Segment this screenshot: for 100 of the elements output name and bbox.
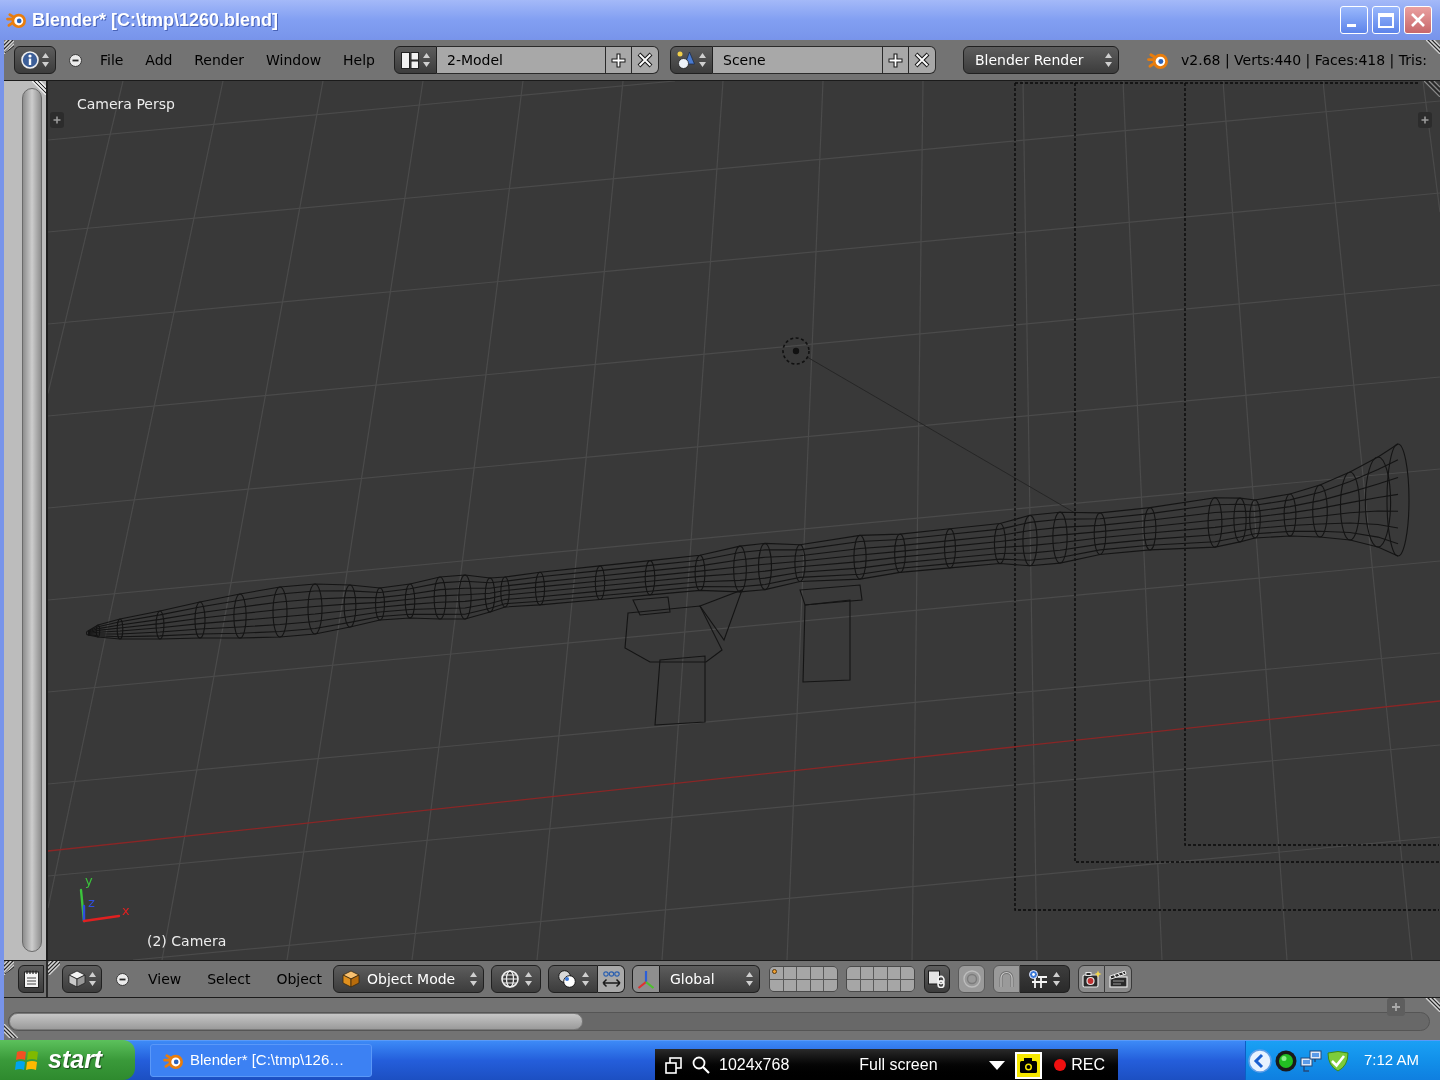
menu-item[interactable]: Render xyxy=(184,49,255,71)
minus-circle-icon[interactable] xyxy=(69,53,82,67)
search-icon[interactable] xyxy=(692,1056,710,1074)
minimize-button[interactable] xyxy=(1340,6,1368,34)
dropdown-arrow-icon[interactable] xyxy=(989,1060,1006,1070)
render-animation-button[interactable] xyxy=(1105,965,1132,993)
3d-viewport[interactable]: Camera Persp (2) Camera y z x xyxy=(48,81,1440,960)
layout-panels-icon xyxy=(401,51,419,69)
plus-icon[interactable] xyxy=(50,112,64,128)
maximize-button[interactable] xyxy=(1372,6,1400,34)
layer-toggle[interactable] xyxy=(810,979,824,991)
menu-item[interactable]: File xyxy=(90,49,134,71)
menu-item[interactable]: Object xyxy=(265,968,333,990)
active-object-label: (2) Camera xyxy=(147,932,227,951)
layer-toggle[interactable] xyxy=(783,979,797,991)
grid-snap-icon xyxy=(1029,970,1047,988)
editor-type-button[interactable] xyxy=(62,965,102,993)
start-button[interactable]: start xyxy=(0,1040,135,1080)
layer-toggle[interactable] xyxy=(887,979,901,991)
plus-icon xyxy=(610,51,627,69)
plus-icon[interactable] xyxy=(1418,112,1432,128)
menu-item[interactable]: Window xyxy=(255,49,332,71)
close-button[interactable] xyxy=(1404,6,1432,34)
layer-toggle[interactable] xyxy=(860,979,874,991)
window-title: Blender* [C:\tmp\1260.blend] xyxy=(32,8,279,32)
menu-item[interactable]: View xyxy=(137,968,193,990)
menu-item[interactable]: Help xyxy=(333,49,385,71)
editor-type-button[interactable] xyxy=(14,46,56,74)
cube-icon xyxy=(342,970,360,988)
mode-dropdown[interactable]: Object Mode xyxy=(333,965,484,993)
layer-toggle[interactable] xyxy=(824,967,837,979)
menu-item[interactable]: Select xyxy=(196,968,262,990)
render-still-button[interactable] xyxy=(1078,965,1105,993)
add-scene-button[interactable] xyxy=(882,46,909,74)
manipulator-toggle[interactable] xyxy=(598,965,625,993)
editor-type-button[interactable] xyxy=(18,965,44,993)
cube-icon xyxy=(68,970,86,988)
shading-dropdown[interactable] xyxy=(491,965,541,993)
magnet-icon xyxy=(998,970,1015,988)
view-name-label: Camera Persp xyxy=(77,95,175,114)
status-dot-icon[interactable] xyxy=(1275,1049,1297,1072)
plus-icon[interactable] xyxy=(1387,998,1405,1016)
layer-toggle[interactable] xyxy=(874,979,887,991)
delete-scene-button[interactable] xyxy=(909,46,936,74)
network-icon[interactable] xyxy=(1300,1049,1322,1072)
layer-link-icon xyxy=(928,970,946,988)
layer-toggle[interactable] xyxy=(770,967,783,979)
proportional-edit-button[interactable] xyxy=(958,965,985,993)
hatch-corner-icon[interactable] xyxy=(32,81,46,95)
menu-item[interactable]: Add xyxy=(135,49,183,71)
wire-sphere-icon xyxy=(500,970,519,988)
layer-toggle[interactable] xyxy=(824,979,837,991)
taskbar-task[interactable]: Blender* [C:\tmp\126… xyxy=(150,1044,372,1077)
minus-circle-icon[interactable] xyxy=(116,972,129,986)
shield-check-icon[interactable] xyxy=(1326,1049,1350,1072)
vertical-scrollbar[interactable] xyxy=(22,88,42,952)
layer-toggle[interactable] xyxy=(847,967,860,979)
hatch-corner-icon[interactable] xyxy=(4,961,14,975)
camera-icon[interactable] xyxy=(1015,1051,1043,1079)
layer-toggle[interactable] xyxy=(770,979,783,991)
maximize-icon xyxy=(1378,12,1394,28)
render-engine-dropdown[interactable]: Blender Render xyxy=(963,46,1119,74)
scrollbar-track[interactable] xyxy=(8,1012,1430,1031)
snap-toggle[interactable] xyxy=(993,965,1020,993)
layer-toggle[interactable] xyxy=(860,967,874,979)
scrollbar-thumb[interactable] xyxy=(9,1013,583,1030)
orientation-axes-button[interactable] xyxy=(632,965,660,993)
layer-toggle[interactable] xyxy=(874,967,887,979)
axis-gizmo xyxy=(79,888,121,923)
snap-element-dropdown[interactable] xyxy=(1020,965,1070,993)
layout-selector-button[interactable] xyxy=(394,46,437,74)
layer-toggle[interactable] xyxy=(901,967,914,979)
delete-layout-button[interactable] xyxy=(632,46,659,74)
hatch-corner-icon[interactable] xyxy=(4,1024,18,1038)
layout-name-field[interactable]: 2-Model xyxy=(437,46,605,74)
close-icon xyxy=(1410,12,1426,28)
layer-toggle[interactable] xyxy=(847,979,860,991)
layer-toggle[interactable] xyxy=(797,967,810,979)
hatch-corner-icon[interactable] xyxy=(1426,40,1440,54)
layer-toggle[interactable] xyxy=(887,967,901,979)
layer-toggle[interactable] xyxy=(783,967,797,979)
axis-label: x xyxy=(122,904,130,917)
orientation-dropdown[interactable]: Global xyxy=(660,965,760,993)
scene-name-field[interactable]: Scene xyxy=(713,46,882,74)
updown-arrows-icon xyxy=(1053,972,1060,986)
clock-label: 7:12 AM xyxy=(1364,1050,1420,1071)
hatch-corner-icon[interactable] xyxy=(48,961,60,975)
info-icon xyxy=(21,51,39,69)
add-layout-button[interactable] xyxy=(605,46,632,74)
layer-toggle[interactable] xyxy=(901,979,914,991)
updown-arrows-icon xyxy=(581,972,589,986)
layer-toggle[interactable] xyxy=(797,979,810,991)
scene-selector-button[interactable] xyxy=(670,46,713,74)
layer-toggle[interactable] xyxy=(810,967,824,979)
lock-layers-button[interactable] xyxy=(924,965,950,993)
hatch-corner-icon[interactable] xyxy=(4,40,14,54)
restore-windows-icon[interactable] xyxy=(665,1056,682,1074)
ring-icon xyxy=(962,970,981,988)
pivot-dropdown[interactable] xyxy=(548,965,598,993)
plus-icon xyxy=(887,51,904,69)
